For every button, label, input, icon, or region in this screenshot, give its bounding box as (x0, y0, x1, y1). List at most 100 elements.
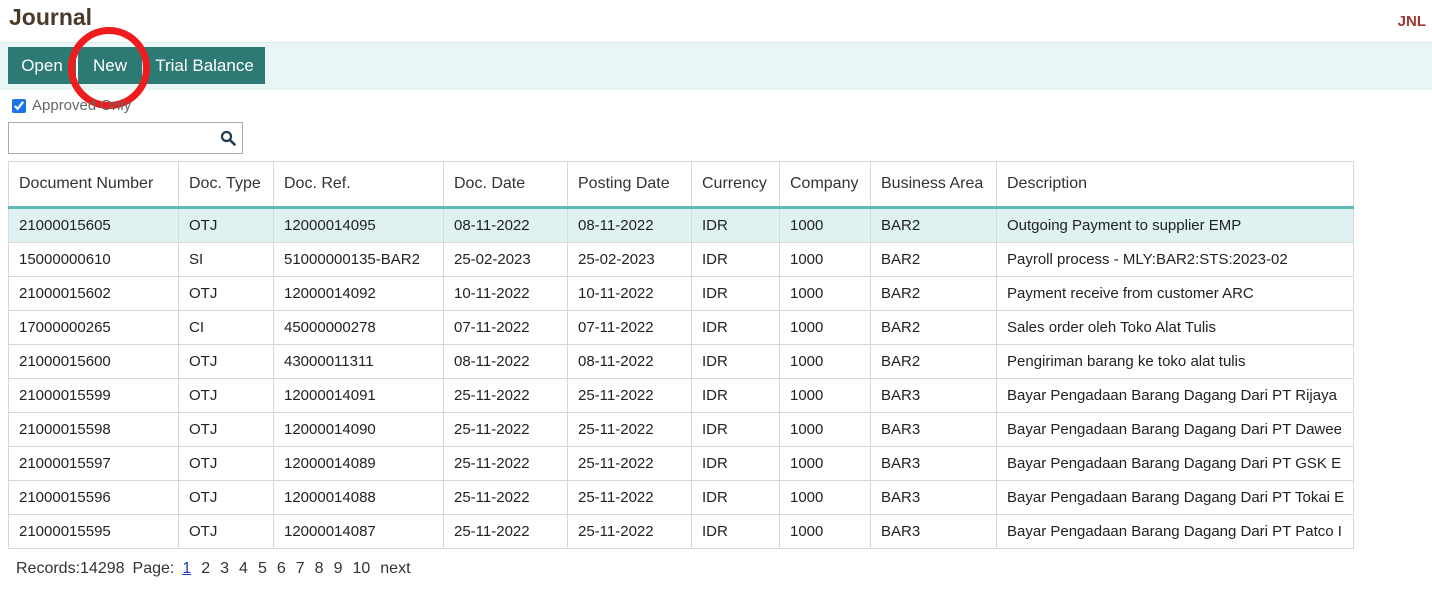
table-cell: 08-11-2022 (443, 344, 568, 379)
table-row[interactable]: 21000015595 OTJ 12000014087 25-11-2022 25-11… (8, 514, 1354, 549)
table-cell: OTJ (178, 378, 274, 413)
table-cell: 12000014087 (273, 514, 444, 549)
table-cell: 25-11-2022 (443, 480, 568, 515)
column-header[interactable]: Currency (691, 161, 780, 209)
table-cell: OTJ (178, 276, 274, 311)
page-link-3[interactable]: 3 (220, 560, 229, 578)
table-cell: Sales order oleh Toko Alat Tulis (996, 310, 1354, 345)
page-link-8[interactable]: 8 (315, 560, 324, 578)
table-cell: 12000014091 (273, 378, 444, 413)
table-cell: BAR2 (870, 207, 997, 243)
column-header[interactable]: Doc. Type (178, 161, 274, 209)
table-row[interactable]: 17000000265 CI 45000000278 07-11-2022 07-11-… (8, 310, 1354, 345)
table-cell: IDR (691, 378, 780, 413)
page-title: Journal (9, 4, 93, 30)
table-cell: 25-02-2023 (443, 242, 568, 277)
table-cell: 43000011311 (273, 344, 444, 379)
table-cell: 10-11-2022 (567, 276, 692, 311)
table-cell: 21000015598 (8, 412, 179, 447)
table-cell: BAR3 (870, 446, 997, 481)
table-cell: Bayar Pengadaan Barang Dagang Dari PT Ri… (996, 378, 1354, 413)
search-input[interactable] (13, 123, 217, 153)
table-cell: 08-11-2022 (443, 207, 568, 243)
table-row[interactable]: 15000000610 SI 51000000135-BAR2 25-02-2023 2… (8, 242, 1354, 277)
page-link-7[interactable]: 7 (296, 560, 305, 578)
table-cell: 12000014095 (273, 207, 444, 243)
table-row[interactable]: 21000015599 OTJ 12000014091 25-11-2022 25-11… (8, 378, 1354, 413)
journal-table: Document Number Doc. Type Doc. Ref. Doc. Da… (8, 161, 1354, 549)
table-cell: 08-11-2022 (567, 207, 692, 243)
approved-only-checkbox[interactable] (12, 98, 26, 113)
new-button[interactable]: New (78, 47, 142, 84)
table-cell: 1000 (779, 514, 871, 549)
approved-only-label: Approved Only (32, 97, 132, 114)
table-cell: Bayar Pengadaan Barang Dagang Dari PT GS… (996, 446, 1354, 481)
page-link-10[interactable]: 10 (352, 560, 370, 578)
table-cell: 25-11-2022 (567, 480, 692, 515)
table-cell: 51000000135-BAR2 (273, 242, 444, 277)
table-cell: BAR3 (870, 412, 997, 447)
table-cell: 25-11-2022 (567, 514, 692, 549)
table-cell: BAR3 (870, 514, 997, 549)
table-cell: 12000014089 (273, 446, 444, 481)
table-cell: Payment receive from customer ARC (996, 276, 1354, 311)
table-cell: OTJ (178, 514, 274, 549)
table-cell: IDR (691, 242, 780, 277)
table-cell: 25-11-2022 (567, 378, 692, 413)
table-cell: 25-02-2023 (567, 242, 692, 277)
next-page-link[interactable]: next (380, 560, 410, 578)
table-cell: OTJ (178, 446, 274, 481)
table-cell: 21000015595 (8, 514, 179, 549)
title-bar: Journal JNL (0, 0, 1432, 43)
table-cell: 1000 (779, 412, 871, 447)
table-cell: 21000015602 (8, 276, 179, 311)
column-header[interactable]: Doc. Ref. (273, 161, 444, 209)
table-cell: 25-11-2022 (443, 412, 568, 447)
table-cell: 12000014088 (273, 480, 444, 515)
table-cell: 10-11-2022 (443, 276, 568, 311)
approved-only-filter[interactable]: Approved Only (12, 97, 131, 114)
column-header[interactable]: Business Area (870, 161, 997, 209)
search-icon[interactable] (220, 130, 236, 146)
table-row[interactable]: 21000015600 OTJ 43000011311 08-11-2022 08-11… (8, 344, 1354, 379)
page-link-6[interactable]: 6 (277, 560, 286, 578)
table-row[interactable]: 21000015602 OTJ 12000014092 10-11-2022 10-11… (8, 276, 1354, 311)
table-cell: BAR2 (870, 276, 997, 311)
column-header[interactable]: Posting Date (567, 161, 692, 209)
page-link-5[interactable]: 5 (258, 560, 267, 578)
table-cell: OTJ (178, 412, 274, 447)
trial-balance-button[interactable]: Trial Balance (144, 47, 265, 84)
table-cell: BAR3 (870, 378, 997, 413)
table-cell: 25-11-2022 (443, 378, 568, 413)
table-cell: 21000015600 (8, 344, 179, 379)
page-link-2[interactable]: 2 (201, 560, 210, 578)
table-cell: 1000 (779, 207, 871, 243)
column-header[interactable]: Description (996, 161, 1354, 209)
page-label: Page: (132, 560, 175, 577)
table-cell: IDR (691, 310, 780, 345)
table-cell: 25-11-2022 (443, 446, 568, 481)
column-header[interactable]: Company (779, 161, 871, 209)
table-cell: IDR (691, 480, 780, 515)
table-row[interactable]: 21000015596 OTJ 12000014088 25-11-2022 25-11… (8, 480, 1354, 515)
table-cell: 07-11-2022 (443, 310, 568, 345)
table-row[interactable]: 21000015597 OTJ 12000014089 25-11-2022 25-11… (8, 446, 1354, 481)
table-row[interactable]: 21000015598 OTJ 12000014090 25-11-2022 25-11… (8, 412, 1354, 447)
table-row[interactable]: 21000015605 OTJ 12000014095 08-11-2022 08-11… (8, 207, 1354, 243)
table-cell: 25-11-2022 (567, 412, 692, 447)
page-link-1[interactable]: 1 (182, 560, 191, 578)
page-link-9[interactable]: 9 (334, 560, 343, 578)
table-cell: 45000000278 (273, 310, 444, 345)
table-cell: 12000014090 (273, 412, 444, 447)
table-cell: Bayar Pengadaan Barang Dagang Dari PT To… (996, 480, 1354, 515)
table-cell: 15000000610 (8, 242, 179, 277)
page-link-4[interactable]: 4 (239, 560, 248, 578)
table-cell: 25-11-2022 (443, 514, 568, 549)
table-cell: Outgoing Payment to supplier EMP (996, 207, 1354, 243)
open-button[interactable]: Open (8, 47, 76, 84)
column-header[interactable]: Doc. Date (443, 161, 568, 209)
table-cell: 1000 (779, 344, 871, 379)
table-cell: 08-11-2022 (567, 344, 692, 379)
table-cell: 21000015597 (8, 446, 179, 481)
column-header[interactable]: Document Number (8, 161, 179, 209)
